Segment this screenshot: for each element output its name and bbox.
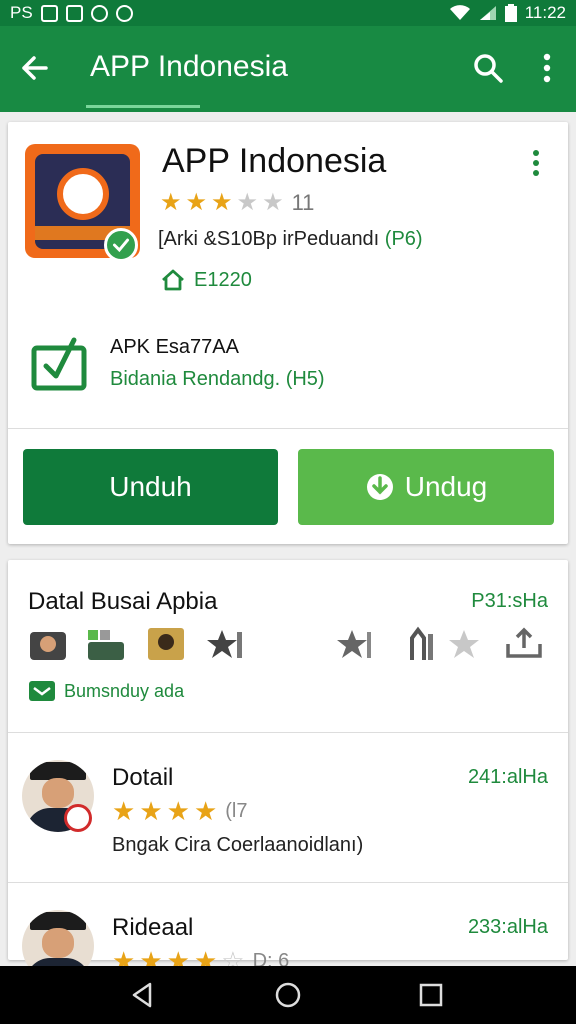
battery-icon (504, 4, 517, 22)
app-icon-emblem (57, 168, 109, 220)
message-icon (29, 681, 55, 701)
installs-row: E1220 (160, 268, 252, 292)
secondary-download-button[interactable]: Undug (298, 449, 554, 525)
more-vertical-icon[interactable] (532, 50, 562, 86)
thumbnail-icon[interactable] (86, 626, 126, 662)
star-icon[interactable] (336, 626, 376, 662)
star-icon: ★ (166, 796, 190, 826)
download-button[interactable]: Unduh (23, 449, 278, 525)
status-left-text: PS (10, 3, 33, 22)
secondary-button-label: Undug (404, 471, 488, 502)
star-icon: ★ (139, 796, 163, 826)
status-left: PS (10, 3, 133, 23)
divider (8, 428, 568, 429)
review-text: Bngak Cira Coerlaanoidlanı) (112, 834, 364, 856)
detail-card: Datal Busai Apbia P31:sHa Bumsnduy ada D… (8, 560, 568, 982)
upload-icon[interactable] (504, 626, 544, 662)
home-icon (162, 269, 184, 291)
app-rating: ★ ★ ★ ★ ★ 11 (160, 190, 314, 216)
avatar-face (42, 778, 74, 808)
detail-tag-text: Bumsnduy ada (64, 680, 185, 701)
review-count: (l7 (225, 799, 248, 822)
star-empty-icon: ★ (262, 189, 284, 216)
app-meta-accent: (P6) (384, 228, 423, 250)
recents-square-icon[interactable] (416, 980, 446, 1010)
back-triangle-icon[interactable] (128, 980, 158, 1010)
image-icon (40, 4, 58, 22)
download-circle-icon (366, 474, 393, 500)
review-name: Dotail (112, 764, 174, 791)
review-name: Rideaal (112, 914, 194, 941)
detail-time: P31:sHa (471, 590, 548, 612)
share-icon[interactable] (404, 626, 444, 662)
review-time: 233:alHa (467, 916, 548, 938)
app-icon (115, 4, 133, 22)
app-meta-text: [Arki &S10Bp irPeduandı (158, 228, 385, 250)
star-icon[interactable] (444, 626, 484, 662)
status-right: 11:22 (449, 3, 566, 23)
apk-subtitle: Bidania Rendandg. (H5) (110, 368, 325, 390)
wifi-icon (449, 5, 470, 20)
app-bar-title: APP Indonesia (90, 50, 288, 83)
rating-count: 11 (291, 190, 315, 215)
detail-icons-row (26, 626, 550, 666)
divider (8, 732, 568, 733)
sync-icon (90, 4, 108, 22)
title-underline (86, 105, 200, 108)
avatar-badge-icon (64, 804, 92, 832)
divider (8, 882, 568, 883)
star-icon: ★ (112, 796, 136, 826)
star-icon[interactable] (206, 626, 246, 662)
detail-tag: Bumsnduy ada (28, 680, 184, 702)
star-empty-icon: ★ (236, 189, 259, 216)
thumbnail-icon[interactable] (146, 626, 186, 662)
status-bar: PS 11:22 (0, 0, 576, 26)
review-time: 241:alHa (467, 766, 548, 788)
signal-icon (479, 6, 496, 20)
back-arrow-icon[interactable] (16, 50, 52, 86)
review-item[interactable]: Dotail 241:alHa ★ ★ ★ ★ (l7 Bngak Cira C… (8, 734, 568, 882)
photo-icon (65, 4, 83, 22)
star-icon: ★ (211, 189, 233, 216)
star-icon: ★ (160, 189, 182, 216)
status-time: 11:22 (524, 3, 566, 22)
download-check-icon (31, 337, 87, 391)
search-icon[interactable] (470, 50, 506, 86)
review-stars: ★ ★ ★ ★ (l7 (112, 798, 247, 824)
star-icon: ★ (185, 189, 208, 216)
app-card: APP Indonesia ★ ★ ★ ★ ★ 11 [Arki &S10Bp … (8, 122, 568, 544)
app-more-icon[interactable] (528, 148, 544, 178)
installs-value: E1220 (194, 268, 252, 291)
apk-title: APK Esa77AA (110, 336, 239, 358)
thumbnail-icon[interactable] (28, 626, 68, 662)
home-circle-icon[interactable] (273, 980, 303, 1010)
app-bar: APP Indonesia (0, 26, 576, 112)
download-button-label: Unduh (109, 471, 192, 502)
app-meta: [Arki &S10Bp irPeduandı (P6) (158, 228, 423, 251)
navigation-bar (0, 966, 576, 1024)
app-name: APP Indonesia (162, 142, 387, 180)
avatar-face (42, 928, 74, 958)
verified-check-icon (104, 228, 138, 262)
star-icon: ★ (193, 796, 218, 826)
detail-title: Datal Busai Apbia (28, 588, 218, 615)
